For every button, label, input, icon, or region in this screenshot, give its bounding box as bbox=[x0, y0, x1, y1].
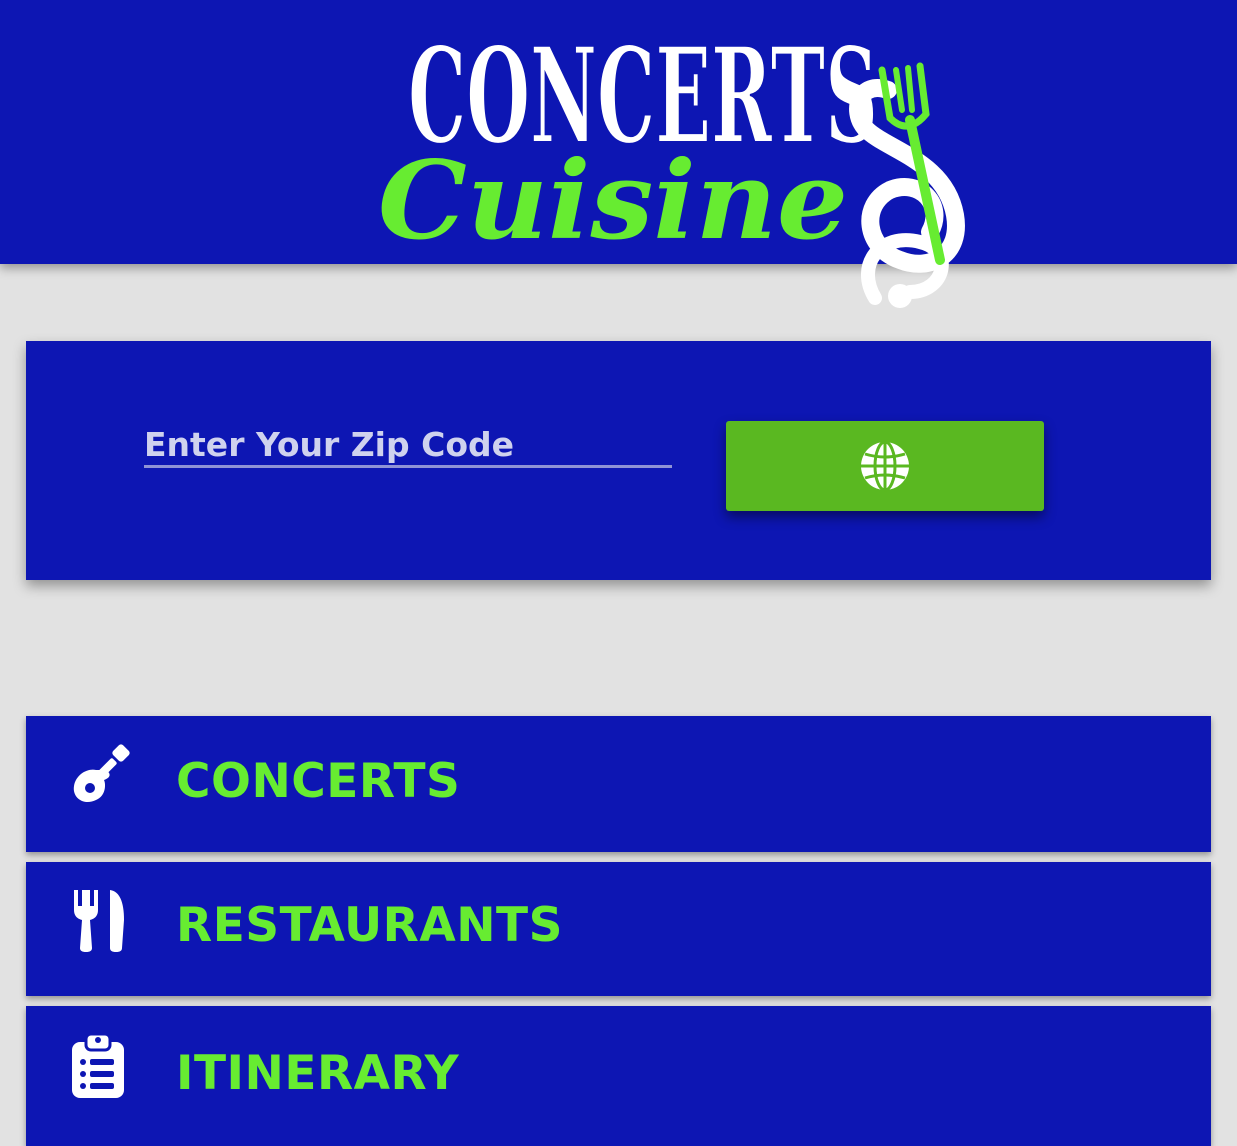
nav-item-concerts[interactable]: CONCERTS bbox=[26, 716, 1211, 852]
guitar-icon bbox=[73, 744, 130, 803]
nav-item-label: RESTAURANTS bbox=[176, 898, 563, 953]
zip-search-card bbox=[26, 341, 1211, 580]
zip-code-input[interactable] bbox=[144, 423, 672, 468]
search-location-button[interactable] bbox=[726, 421, 1044, 511]
nav-item-label: ITINERARY bbox=[176, 1046, 460, 1101]
clipboard-list-icon bbox=[72, 1032, 124, 1098]
nav-item-label: CONCERTS bbox=[176, 754, 461, 809]
nav-item-itinerary[interactable]: ITINERARY bbox=[26, 1006, 1211, 1146]
utensils-icon bbox=[74, 890, 124, 952]
globe-icon bbox=[861, 440, 909, 492]
nav-item-restaurants[interactable]: RESTAURANTS bbox=[26, 862, 1211, 996]
concerts-cuisine-logo: CONCERTS Cuisine bbox=[378, 18, 965, 308]
svg-text:Cuisine: Cuisine bbox=[378, 138, 848, 264]
